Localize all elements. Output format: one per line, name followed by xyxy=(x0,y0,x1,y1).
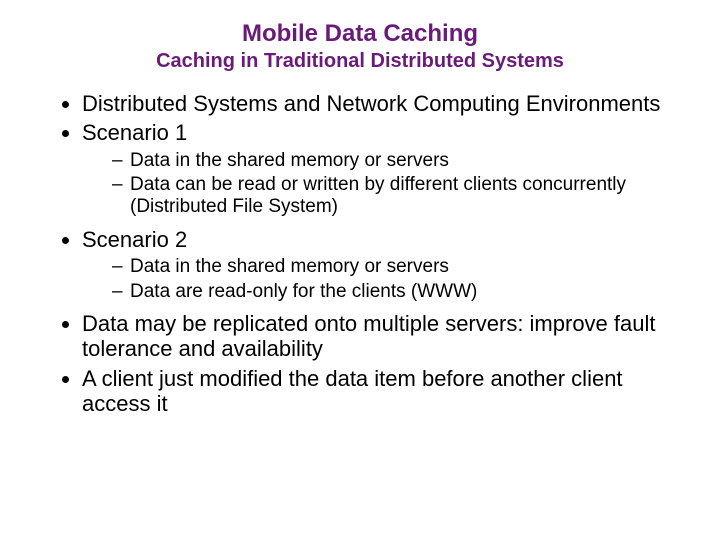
bullet-text: Data in the shared memory or servers xyxy=(130,256,449,277)
list-item: A client just modified the data item bef… xyxy=(82,366,690,421)
list-item: Scenario 2 Data in the shared memory or … xyxy=(82,227,690,311)
bullet-text: Data in the shared memory or servers xyxy=(130,150,449,171)
sub-bullet-list: Data in the shared memory or servers Dat… xyxy=(82,256,690,303)
slide-title: Mobile Data Caching xyxy=(30,20,690,48)
bullet-text: Distributed Systems and Network Computin… xyxy=(82,91,660,116)
list-item: Data in the shared memory or servers xyxy=(112,150,690,172)
bullet-list: Distributed Systems and Network Computin… xyxy=(30,91,690,420)
list-item: Distributed Systems and Network Computin… xyxy=(82,91,690,120)
list-item: Data may be replicated onto multiple ser… xyxy=(82,311,690,366)
bullet-text: Data may be replicated onto multiple ser… xyxy=(82,311,655,361)
list-item: Data are read-only for the clients (WWW) xyxy=(112,281,690,303)
list-item: Scenario 1 Data in the shared memory or … xyxy=(82,120,690,227)
bullet-text: A client just modified the data item bef… xyxy=(82,366,623,416)
list-item: Data can be read or written by different… xyxy=(112,174,690,219)
bullet-text: Scenario 2 xyxy=(82,227,187,252)
bullet-text: Data can be read or written by different… xyxy=(130,174,626,217)
sub-bullet-list: Data in the shared memory or servers Dat… xyxy=(82,150,690,219)
slide-subtitle: Caching in Traditional Distributed Syste… xyxy=(30,50,690,73)
bullet-text: Data are read-only for the clients (WWW) xyxy=(130,281,477,302)
slide: Mobile Data Caching Caching in Tradition… xyxy=(0,0,720,540)
bullet-text: Scenario 1 xyxy=(82,120,187,145)
list-item: Data in the shared memory or servers xyxy=(112,256,690,278)
